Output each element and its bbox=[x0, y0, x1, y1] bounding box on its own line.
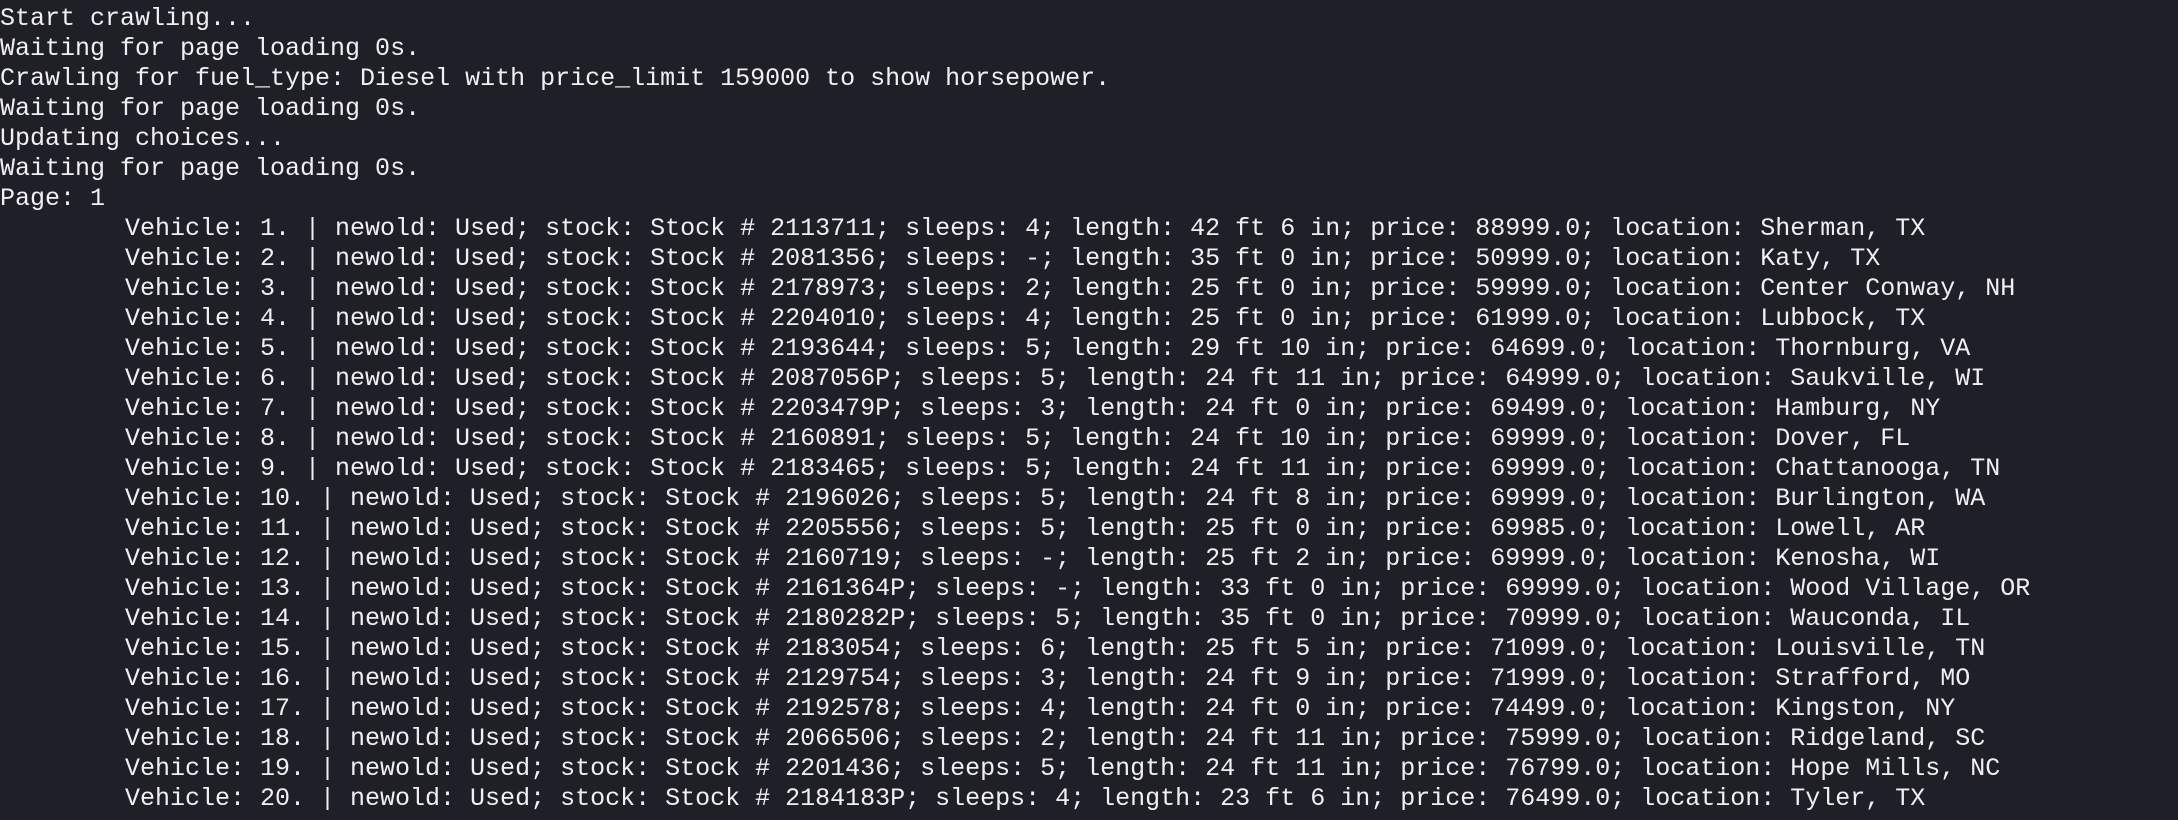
vehicle-line: Vehicle: 20. | newold: Used; stock: Stoc… bbox=[125, 784, 1926, 813]
vehicle-line: Vehicle: 17. | newold: Used; stock: Stoc… bbox=[125, 694, 1956, 723]
terminal-output[interactable]: Start crawling... Waiting for page loadi… bbox=[0, 0, 2178, 820]
vehicle-line: Vehicle: 16. | newold: Used; stock: Stoc… bbox=[125, 664, 1971, 693]
log-line: Updating choices... bbox=[0, 124, 286, 153]
log-line: Crawling for fuel_type: Diesel with pric… bbox=[0, 64, 1111, 93]
vehicle-line: Vehicle: 19. | newold: Used; stock: Stoc… bbox=[125, 754, 2001, 783]
log-line: Start crawling... bbox=[0, 4, 256, 33]
vehicle-line: Vehicle: 2. | newold: Used; stock: Stock… bbox=[125, 244, 1881, 273]
log-line: Waiting for page loading 0s. bbox=[0, 94, 421, 123]
vehicle-line: Vehicle: 1. | newold: Used; stock: Stock… bbox=[125, 214, 1926, 243]
log-line: Waiting for page loading 0s. bbox=[0, 154, 421, 183]
vehicle-line: Vehicle: 10. | newold: Used; stock: Stoc… bbox=[125, 484, 1986, 513]
vehicle-line: Vehicle: 7. | newold: Used; stock: Stock… bbox=[125, 394, 1941, 423]
vehicle-line: Vehicle: 13. | newold: Used; stock: Stoc… bbox=[125, 574, 2031, 603]
vehicle-line: Vehicle: 8. | newold: Used; stock: Stock… bbox=[125, 424, 1911, 453]
vehicle-line: Vehicle: 14. | newold: Used; stock: Stoc… bbox=[125, 604, 1971, 633]
log-line: Waiting for page loading 0s. bbox=[0, 34, 421, 63]
vehicle-line: Vehicle: 6. | newold: Used; stock: Stock… bbox=[125, 364, 1986, 393]
vehicle-line: Vehicle: 9. | newold: Used; stock: Stock… bbox=[125, 454, 2001, 483]
vehicle-line: Vehicle: 5. | newold: Used; stock: Stock… bbox=[125, 334, 1971, 363]
vehicle-line: Vehicle: 12. | newold: Used; stock: Stoc… bbox=[125, 544, 1941, 573]
page-number-line: Page: 1 bbox=[0, 184, 106, 213]
vehicle-line: Vehicle: 11. | newold: Used; stock: Stoc… bbox=[125, 514, 1926, 543]
vehicle-line: Vehicle: 18. | newold: Used; stock: Stoc… bbox=[125, 724, 1986, 753]
vehicle-line: Vehicle: 15. | newold: Used; stock: Stoc… bbox=[125, 634, 1986, 663]
vehicle-line: Vehicle: 4. | newold: Used; stock: Stock… bbox=[125, 304, 1926, 333]
vehicle-line: Vehicle: 3. | newold: Used; stock: Stock… bbox=[125, 274, 2016, 303]
